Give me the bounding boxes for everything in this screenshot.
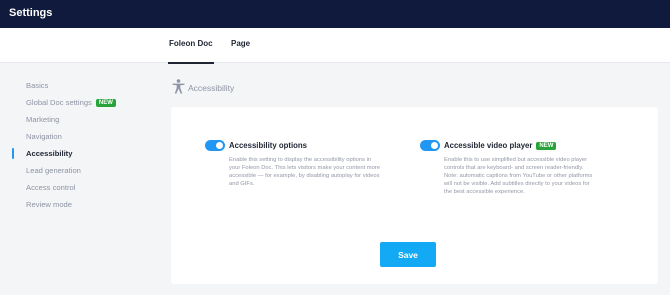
sidebar-item-accessibility[interactable]: Accessibility [26,149,72,158]
section-title: Accessibility [188,83,235,93]
sidebar-item-label: Global Doc settings [26,98,92,107]
sidebar-item-label: Review mode [26,200,73,209]
description-line: and GIFs. [229,181,255,188]
sidebar-item-global-doc-settings[interactable]: Global Doc settings NEW [26,98,116,107]
sidebar-item-lead-generation[interactable]: Lead generation [26,166,81,175]
active-indicator [12,148,14,159]
sidebar-item-access-control[interactable]: Access control [26,183,75,192]
sidebar-item-navigation[interactable]: Navigation [26,132,62,141]
sidebar-item-label: Marketing [26,115,60,124]
toggle-knob [431,142,438,149]
description-line: accessible — for example, by disabling a… [229,173,380,180]
toggle-knob [216,142,223,149]
settings-sidebar: Basics Global Doc settings NEW Marketing … [0,63,160,295]
sidebar-item-review-mode[interactable]: Review mode [26,200,72,209]
description-line: will not be visible. Add subtitles direc… [444,181,590,188]
option-title: Accessibility options [229,141,307,150]
accessible-video-player-toggle[interactable] [420,140,440,151]
option-title-label: Accessible video player [444,141,533,150]
new-badge: NEW [95,99,116,107]
description-line: Note: automatic captions from YouTube or… [444,173,593,180]
accessibility-icon [172,79,185,94]
save-button[interactable]: Save [380,242,436,267]
sidebar-item-label: Basics [26,81,49,90]
tab-foleon-doc[interactable]: Foleon Doc [168,39,214,64]
description-line: the best accessible experience. [444,189,525,196]
description-line: your Foleon Doc. This lets visitors make… [229,165,380,172]
sidebar-item-label: Access control [26,183,76,192]
sidebar-item-label: Accessibility [26,149,73,158]
option-title: Accessible video player NEW [444,141,557,150]
tab-page[interactable]: Page [231,39,250,48]
tab-bar: Foleon Doc Page [0,28,670,64]
sidebar-item-basics[interactable]: Basics [26,81,48,90]
page-title: Settings [9,7,53,19]
sidebar-item-label: Lead generation [26,166,81,175]
description-line: controls that are keyboard- and screen r… [444,165,584,172]
accessibility-options-toggle[interactable] [205,140,225,151]
option-description: Enable this setting to display the acces… [229,156,380,188]
sidebar-item-label: Navigation [26,132,62,141]
new-badge: NEW [536,142,557,150]
top-header-bar: Settings [0,0,670,28]
sidebar-item-marketing[interactable]: Marketing [26,115,59,124]
description-line: Enable this to use simplified but access… [444,157,588,163]
option-description: Enable this to use simplified but access… [444,156,592,196]
description-line: Enable this setting to display the acces… [229,157,372,163]
